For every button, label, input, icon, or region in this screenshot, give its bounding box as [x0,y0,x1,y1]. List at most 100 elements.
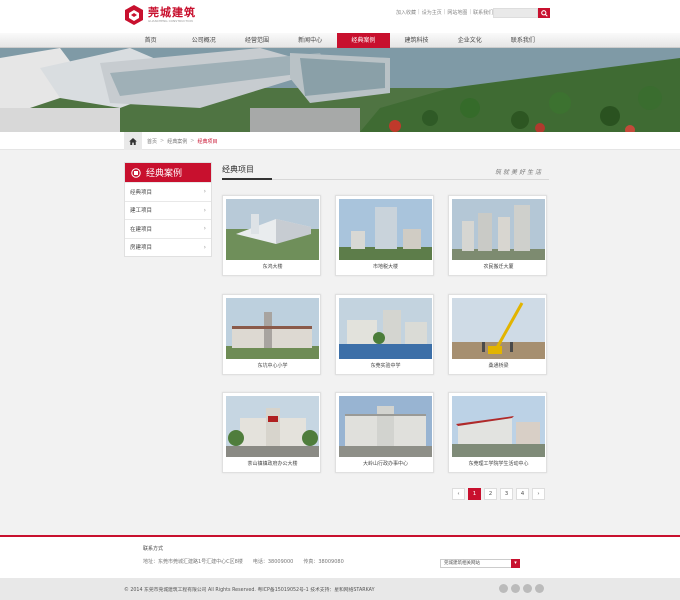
related-links-select[interactable]: 莞城建筑相关网站 ▾ [440,559,520,568]
top-link-homepage[interactable]: 设为主页 [422,9,442,16]
sidebar-title-text: 经典案例 [146,169,183,179]
content-title: 经典项目 [222,165,254,174]
top-links: 加入收藏 | 设为主页 | 网站地图 | 联系我们 [396,9,494,16]
content-motto: 筑就美好生活 [495,169,544,176]
share-tencent-icon[interactable] [535,584,544,593]
nav-item-contact[interactable]: 联系我们 [496,33,549,48]
sidebar-item-label: 经典项目 [130,189,153,196]
home-icon [129,137,137,145]
sidebar-item-label: 在建项目 [130,226,153,233]
share-icons [499,584,547,593]
sidebar-item-label: 建工项目 [130,208,153,215]
project-caption: 市地税大楼 [372,264,398,270]
sidebar: 经典案例 经典项目 › 建工项目 › 在建项目 › 房建项目 › [124,162,212,257]
project-card[interactable]: 市地税大楼 [335,195,434,276]
top-link-contact[interactable]: 联系我们 [473,9,493,16]
logo-subtitle: GUANCHENG CONSTRUCTION [148,18,193,23]
banner-image [0,48,680,132]
chevron-right-icon: › [203,206,206,214]
pagination-page-1[interactable]: 1 [468,488,481,500]
pagination-page-4[interactable]: 4 [516,488,529,500]
main-nav: 首页 公司概况 经营范围 新闻中心 经典案例 建筑科技 企业文化 联系我们 [0,33,680,48]
project-card[interactable]: 大岭山行政办事中心 [335,392,434,473]
pagination-next-button[interactable]: › [532,488,545,500]
chevron-right-icon: › [203,188,206,196]
project-photo [339,396,432,457]
project-photo [339,199,432,260]
chevron-right-icon: › [203,243,206,251]
sidebar-item-ongoing[interactable]: 在建项目 › [125,219,211,238]
pagination-page-2[interactable]: 2 [484,488,497,500]
nav-item-about[interactable]: 公司概况 [177,33,230,48]
title-underline [222,178,272,180]
project-caption: 东莞实验中学 [370,363,401,369]
cases-icon [131,167,141,178]
nav-item-news[interactable]: 新闻中心 [284,33,337,48]
hero-banner [0,48,680,132]
copyright-text: © 2014 东莞市莞城建筑工程有限公司 All Rights Reserved… [124,588,375,593]
nav-item-cases[interactable]: 经典案例 [336,33,390,48]
chevron-right-icon: › [203,225,206,233]
share-qzone-icon[interactable] [499,584,508,593]
footer-address: 地址：东莞市莞城汇建路1号汇建中心C区8楼 [143,559,243,565]
project-photo [452,396,545,457]
project-card[interactable]: 农民搬迁大厦 [448,195,547,276]
nav-item-home[interactable]: 首页 [124,33,177,48]
breadcrumb-bar: 首页 > 经典案例 > 经典项目 [0,132,680,150]
project-caption: 东莞理工学院学生活动中心 [468,461,529,467]
pagination-prev-button[interactable]: ‹ [452,488,465,500]
search-icon [540,9,548,17]
site-header: 莞城建筑 GUANCHENG CONSTRUCTION 加入收藏 | 设为主页 | … [0,0,680,33]
top-link-sitemap[interactable]: 网站地图 [447,9,467,16]
nav-item-culture[interactable]: 企业文化 [443,33,496,48]
footer-fax: 传真：38009080 [303,559,344,565]
project-caption: 东鸿大楼 [262,264,283,270]
share-weibo-icon[interactable] [523,584,532,593]
breadcrumb-section[interactable]: 经典案例 [167,138,187,145]
search-input[interactable] [493,8,538,18]
project-caption: 农民搬迁大厦 [483,264,514,270]
footer-contact-info: 地址：东莞市莞城汇建路1号汇建中心C区8楼 电话：38009000 传真：380… [143,558,354,565]
logo-mark-icon [125,5,143,25]
project-caption: 桑通桥梁 [488,363,509,369]
footer-phone: 电话：38009000 [252,559,294,565]
project-card[interactable]: 东鸿大楼 [222,195,321,276]
sidebar-title: 经典案例 [125,163,211,182]
project-card[interactable]: 东莞理工学院学生活动中心 [448,392,547,473]
project-photo [452,199,545,260]
project-caption: 茶山镇镇政府办公大楼 [247,461,298,467]
pagination: ‹ 1 2 3 4 › [452,488,548,500]
top-link-favorite[interactable]: 加入收藏 [396,9,416,16]
project-card[interactable]: 茶山镇镇政府办公大楼 [222,392,321,473]
sidebar-item-classic[interactable]: 经典项目 › [125,182,211,201]
nav-item-technology[interactable]: 建筑科技 [390,33,443,48]
search-button[interactable] [538,8,550,18]
sidebar-item-construction[interactable]: 建工项目 › [125,200,211,220]
logo-title: 莞城建筑 [148,5,196,19]
share-wechat-icon[interactable] [511,584,520,593]
project-card[interactable]: 桑通桥梁 [448,294,547,375]
project-caption: 东坑中心小学 [257,363,288,369]
footer-contact-title: 联系方式 [143,546,164,552]
sidebar-item-label: 房建项目 [130,245,153,252]
related-links-value: 莞城建筑相关网站 [444,561,480,566]
main-area: 经典案例 经典项目 › 建工项目 › 在建项目 › 房建项目 › 经典项目 筑就… [0,150,680,535]
chevron-down-icon: ▾ [511,559,520,568]
breadcrumb-current: 经典项目 [197,138,218,145]
project-photo [339,298,432,359]
project-photo [452,298,545,359]
home-button[interactable] [124,132,142,150]
site-footer: 联系方式 地址：东莞市莞城汇建路1号汇建中心C区8楼 电话：38009000 传… [0,537,680,578]
project-photo [226,298,319,359]
project-photo [226,396,319,457]
project-card[interactable]: 东莞实验中学 [335,294,434,375]
copyright-bar: © 2014 东莞市莞城建筑工程有限公司 All Rights Reserved… [0,578,680,600]
project-caption: 大岭山行政办事中心 [362,461,408,467]
project-photo [226,199,319,260]
pagination-page-3[interactable]: 3 [500,488,513,500]
project-card[interactable]: 东坑中心小学 [222,294,321,375]
sidebar-item-housing[interactable]: 房建项目 › [125,237,211,257]
breadcrumb-home[interactable]: 首页 [147,138,157,145]
nav-item-business[interactable]: 经营范围 [230,33,283,48]
site-logo[interactable]: 莞城建筑 GUANCHENG CONSTRUCTION [124,5,196,25]
